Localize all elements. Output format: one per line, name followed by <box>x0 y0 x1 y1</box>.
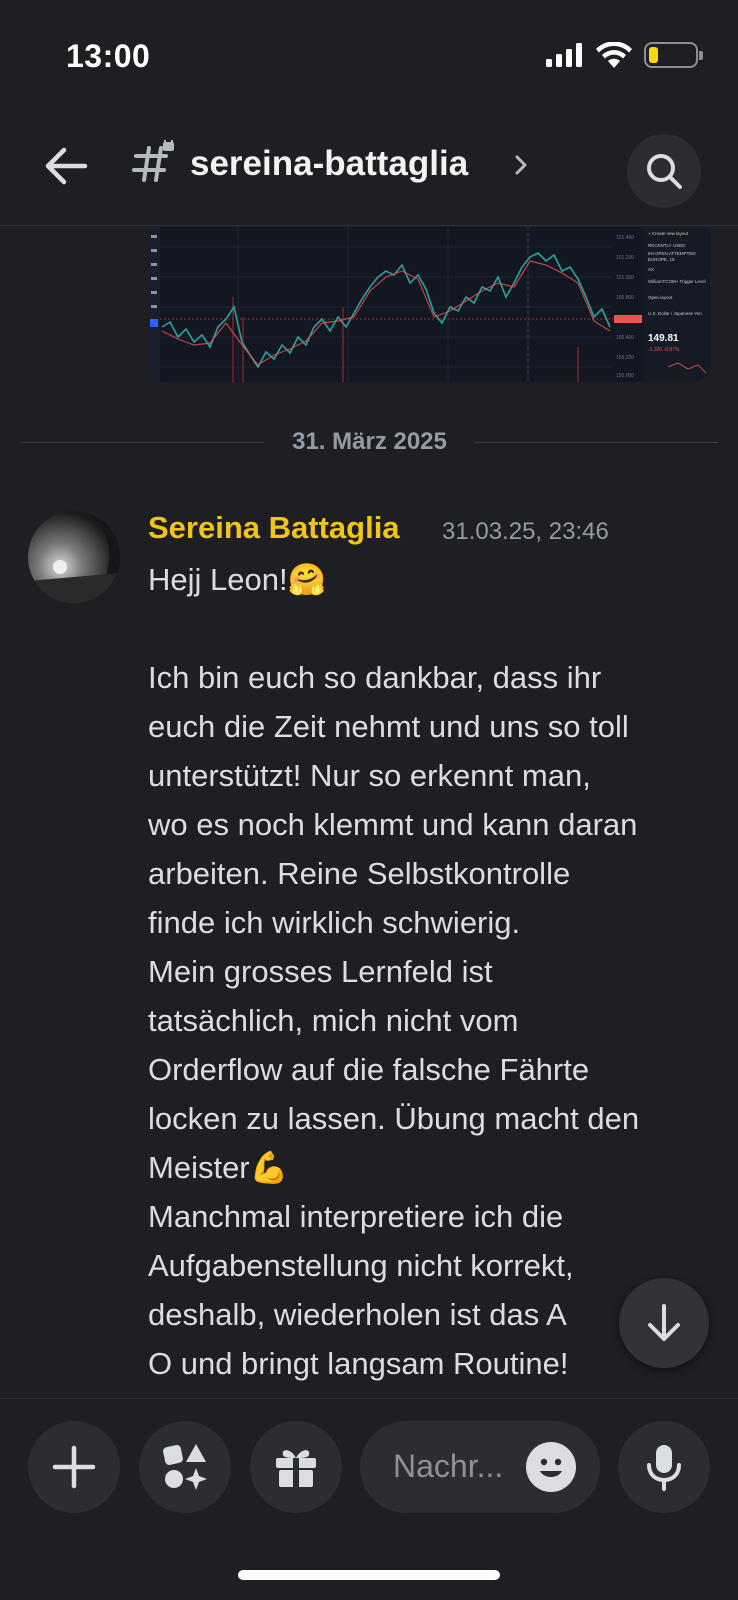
message-line: locken zu lassen. Übung macht den <box>148 1101 640 1136</box>
apps-button[interactable] <box>139 1421 231 1513</box>
svg-text:Open layout: Open layout <box>648 295 673 300</box>
wifi-icon <box>596 42 632 68</box>
message-line: unterstützt! Nur so erkennt man, <box>148 758 591 793</box>
channel-name[interactable]: sereina-battaglia <box>190 144 468 184</box>
image-attachment[interactable]: 151.400 151.200 151.000 150.800 150.400 150… <box>148 227 710 382</box>
svg-text:151.200: 151.200 <box>616 255 634 261</box>
message-line: Mein grosses Lernfeld ist <box>148 954 493 989</box>
svg-text:EUROPE, 15: EUROPE, 15 <box>648 257 675 262</box>
private-channel-hash-icon <box>132 140 174 182</box>
svg-text:151.400: 151.400 <box>616 235 634 241</box>
svg-text:150.800: 150.800 <box>616 295 634 301</box>
emoji-button[interactable] <box>526 1442 576 1492</box>
svg-text:150.200: 150.200 <box>616 355 634 361</box>
status-bar: 13:00 <box>0 0 738 110</box>
add-attachment-button[interactable] <box>28 1421 120 1513</box>
svg-text:150.400: 150.400 <box>616 335 634 341</box>
arrow-down-icon <box>648 1304 680 1341</box>
divider-line-left <box>20 442 264 443</box>
message-line: tatsächlich, mich nicht vom <box>148 1003 519 1038</box>
avatar-image <box>28 511 120 603</box>
plus-icon <box>52 1445 96 1489</box>
divider-line-right <box>475 442 718 443</box>
svg-text:U.S. Dollar / Japanese Yen: U.S. Dollar / Japanese Yen <box>648 311 702 316</box>
svg-text:XX: XX <box>648 267 654 272</box>
search-icon <box>647 154 682 189</box>
svg-text:RECENTLY USED: RECENTLY USED <box>648 243 686 248</box>
search-button[interactable] <box>627 134 701 208</box>
smiley-face-icon <box>540 1458 562 1477</box>
status-time: 13:00 <box>66 38 151 74</box>
battery-icon <box>644 42 703 68</box>
apps-sparkle-icon <box>163 1444 207 1490</box>
gift-button[interactable] <box>250 1421 342 1513</box>
svg-text:151.000: 151.000 <box>616 275 634 281</box>
message-line: euch die Zeit nehmt und uns so toll <box>148 709 629 744</box>
message-line: Manchmal interpretiere ich die <box>148 1199 564 1234</box>
message-line: Meister💪 <box>148 1150 289 1185</box>
avatar[interactable] <box>28 511 120 603</box>
message-line: Hejj Leon!🤗 <box>148 562 327 597</box>
svg-text:+ Create new layout: + Create new layout <box>648 231 689 236</box>
cellular-signal-icon <box>546 43 582 67</box>
message-input[interactable]: Nachr... <box>360 1421 600 1513</box>
message-line: finde ich wirklich schwierig. <box>148 905 521 940</box>
attachment-change: -1.320 -0.87% <box>648 347 680 353</box>
message-input-placeholder: Nachr... <box>393 1448 504 1484</box>
message-line: Orderflow auf die falsche Fährte <box>148 1052 590 1087</box>
message-line: wo es noch klemmt und kann daran <box>148 807 638 842</box>
message-timestamp: 31.03.25, 23:46 <box>442 518 609 545</box>
message-line: Aufgabenstellung nicht korrekt, <box>148 1248 574 1283</box>
status-icons <box>546 42 703 68</box>
message-line: arbeiten. Reine Selbstkontrolle <box>148 856 571 891</box>
svg-text:IHI OPEN ATTEMPTED: IHI OPEN ATTEMPTED <box>648 251 696 256</box>
message-line <box>148 604 708 653</box>
message-content[interactable]: Hejj Leon!🤗 Ich bin euch so dankbar, das… <box>148 555 708 1388</box>
channel-header: sereina-battaglia <box>0 110 738 226</box>
attachment-price: 149.81 <box>648 333 679 344</box>
chevron-right-icon[interactable] <box>514 154 528 176</box>
message-line: Ich bin euch so dankbar, dass ihr <box>148 660 602 695</box>
arrow-left-icon <box>45 147 88 185</box>
date-divider: 31. März 2025 <box>20 428 718 458</box>
message-author[interactable]: Sereina Battaglia <box>148 510 400 546</box>
message-line: O und bringt langsam Routine! <box>148 1346 569 1381</box>
svg-text:WilliamTCOM+ Trigger Level: WilliamTCOM+ Trigger Level <box>648 279 706 284</box>
microphone-icon <box>647 1445 681 1491</box>
gift-icon <box>276 1450 316 1487</box>
jump-to-bottom-button[interactable] <box>619 1278 709 1368</box>
svg-text:150.000: 150.000 <box>616 373 634 379</box>
home-indicator <box>238 1570 500 1580</box>
divider-date: 31. März 2025 <box>292 428 447 455</box>
back-button[interactable] <box>38 138 94 194</box>
voice-message-button[interactable] <box>618 1421 710 1513</box>
trading-chart-screenshot: 151.400 151.200 151.000 150.800 150.400 150… <box>148 227 710 382</box>
